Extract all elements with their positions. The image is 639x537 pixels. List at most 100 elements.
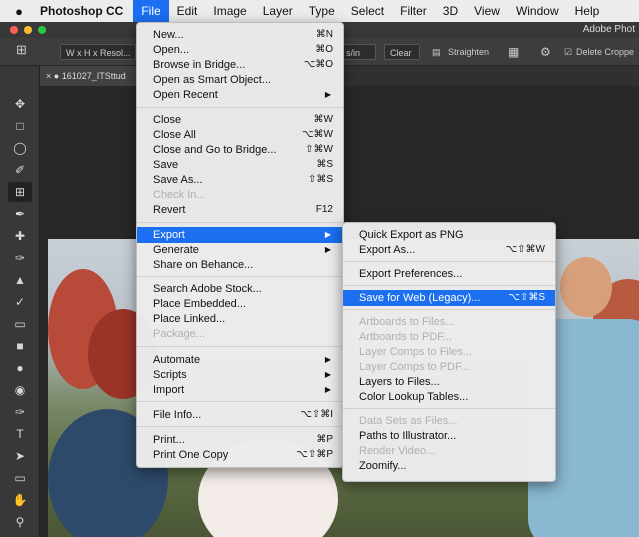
zoom-tool-icon[interactable]: ⚲ <box>8 512 32 532</box>
overlay-grid-icon[interactable]: ▦ <box>508 44 519 60</box>
zoom-window-button[interactable] <box>38 26 46 34</box>
tools-panel: ✥ □ ◯ ✐ ⊞ ✒ ✚ ✑ ▲ ✓ ▭ ■ ● ◉ ✑ T ➤ ▭ ✋ ⚲ <box>0 66 40 537</box>
menu-separator <box>137 222 343 223</box>
menu-item-layers-to-files[interactable]: Layers to Files... <box>343 374 555 390</box>
menu-item-save[interactable]: Save ⌘S <box>137 157 343 173</box>
menu-item-render-video: Render Video... <box>359 445 436 457</box>
submenu-arrow-icon: ▶ <box>324 385 331 394</box>
menu-item-close-and-go-to-bridge[interactable]: Close and Go to Bridge... ⇧⌘W <box>137 142 343 158</box>
macos-menu-bar: ● Photoshop CC File Edit Image Layer Typ… <box>0 0 639 22</box>
menu-item-open-as-smart-object[interactable]: Open as Smart Object... <box>137 72 343 88</box>
menu-item-print[interactable]: Print... ⌘P <box>137 432 343 448</box>
menu-separator <box>137 107 343 108</box>
clear-button[interactable]: Clear <box>384 44 420 60</box>
path-selection-tool-icon[interactable]: ➤ <box>8 446 32 466</box>
history-brush-tool-icon[interactable]: ✓ <box>8 292 32 312</box>
settings-gear-icon[interactable]: ⚙ <box>540 44 551 60</box>
menu-item-layer-comps-to-files: Layer Comps to Files... <box>359 346 473 358</box>
menu-item-close-all[interactable]: Close All ⌥⌘W <box>137 127 343 143</box>
menu-item-file-info[interactable]: File Info... ⌥⇧⌘I <box>137 407 343 423</box>
resolution-unit-select[interactable]: s/in <box>340 44 376 60</box>
menu-3d[interactable]: 3D <box>435 0 466 22</box>
eyedropper-tool-icon[interactable]: ✒ <box>8 204 32 224</box>
menu-item-package: Package... <box>153 328 205 340</box>
menu-file[interactable]: File <box>133 0 169 22</box>
menu-item-search-adobe-stock[interactable]: Search Adobe Stock... <box>137 281 343 297</box>
menu-item-check-in: Check In... <box>153 189 206 201</box>
menu-separator <box>137 346 343 347</box>
move-tool-icon[interactable]: ✥ <box>8 94 32 114</box>
blur-tool-icon[interactable]: ● <box>8 358 32 378</box>
menu-help[interactable]: Help <box>567 0 608 22</box>
menu-item-paths-to-illustrator[interactable]: Paths to Illustrator... <box>343 428 555 444</box>
menu-separator <box>343 285 555 286</box>
menu-item-share-on-behance[interactable]: Share on Behance... <box>137 257 343 273</box>
menu-item-export-preferences[interactable]: Export Preferences... <box>343 266 555 282</box>
brush-tool-icon[interactable]: ✑ <box>8 248 32 268</box>
gradient-tool-icon[interactable]: ■ <box>8 336 32 356</box>
menu-item-close[interactable]: Close ⌘W <box>137 112 343 128</box>
menu-item-zoomify[interactable]: Zoomify... <box>343 458 555 474</box>
submenu-arrow-icon: ▶ <box>324 90 331 99</box>
menu-window[interactable]: Window <box>508 0 567 22</box>
crop-ratio-select[interactable]: W x H x Resol... <box>60 44 136 60</box>
menu-separator <box>137 276 343 277</box>
file-menu: New... ⌘N Open... ⌘O Browse in Bridge... ⌥⌘… <box>136 22 344 468</box>
submenu-arrow-icon: ▶ <box>324 230 331 239</box>
menu-item-color-lookup-tables[interactable]: Color Lookup Tables... <box>343 389 555 405</box>
menu-item-new[interactable]: New... ⌘N <box>137 27 343 43</box>
document-tab[interactable]: × ● 161027_ITSttud <box>40 66 140 86</box>
apple-icon[interactable]: ● <box>8 4 30 19</box>
delete-cropped-checkbox[interactable]: ☑ <box>564 44 572 60</box>
menu-item-export-as[interactable]: Export As... ⌥⇧⌘W <box>343 242 555 258</box>
menu-separator <box>137 426 343 427</box>
menu-edit[interactable]: Edit <box>169 0 206 22</box>
submenu-arrow-icon: ▶ <box>324 370 331 379</box>
close-tab-icon[interactable]: × ● <box>46 71 62 81</box>
menu-select[interactable]: Select <box>343 0 392 22</box>
pen-tool-icon[interactable]: ✑ <box>8 402 32 422</box>
marquee-tool-icon[interactable]: □ <box>8 116 32 136</box>
menu-item-revert[interactable]: Revert F12 <box>137 202 343 218</box>
photo-face <box>560 257 612 317</box>
menu-item-open[interactable]: Open... ⌘O <box>137 42 343 58</box>
clone-stamp-tool-icon[interactable]: ▲ <box>8 270 32 290</box>
crop-tool-icon[interactable]: ⊞ <box>8 182 32 202</box>
minimize-window-button[interactable] <box>24 26 32 34</box>
menu-item-save-as[interactable]: Save As... ⇧⌘S <box>137 172 343 188</box>
submenu-arrow-icon: ▶ <box>324 355 331 364</box>
healing-brush-tool-icon[interactable]: ✚ <box>8 226 32 246</box>
dodge-tool-icon[interactable]: ◉ <box>8 380 32 400</box>
menu-item-automate[interactable]: Automate ▶ <box>137 352 343 368</box>
lasso-tool-icon[interactable]: ◯ <box>8 138 32 158</box>
menu-item-scripts[interactable]: Scripts ▶ <box>137 367 343 383</box>
menu-type[interactable]: Type <box>301 0 343 22</box>
menu-item-place-embedded[interactable]: Place Embedded... <box>137 296 343 312</box>
menu-separator <box>343 309 555 310</box>
hand-tool-icon[interactable]: ✋ <box>8 490 32 510</box>
menu-item-quick-export-png[interactable]: Quick Export as PNG <box>343 227 555 243</box>
menu-image[interactable]: Image <box>205 0 254 22</box>
menu-view[interactable]: View <box>466 0 508 22</box>
straighten-label[interactable]: Straighten <box>448 44 489 60</box>
menu-item-import[interactable]: Import ▶ <box>137 382 343 398</box>
eraser-tool-icon[interactable]: ▭ <box>8 314 32 334</box>
menu-item-generate[interactable]: Generate ▶ <box>137 242 343 258</box>
menu-item-save-for-web[interactable]: Save for Web (Legacy)... ⌥⇧⌘S <box>343 290 555 306</box>
menu-item-export[interactable]: Export ▶ <box>137 227 343 243</box>
menu-layer[interactable]: Layer <box>255 0 301 22</box>
menu-item-place-linked[interactable]: Place Linked... <box>137 311 343 327</box>
submenu-arrow-icon: ▶ <box>324 245 331 254</box>
close-window-button[interactable] <box>10 26 18 34</box>
rectangle-tool-icon[interactable]: ▭ <box>8 468 32 488</box>
type-tool-icon[interactable]: T <box>8 424 32 444</box>
menu-item-print-one-copy[interactable]: Print One Copy ⌥⇧⌘P <box>137 447 343 463</box>
menu-filter[interactable]: Filter <box>392 0 435 22</box>
menu-item-browse-in-bridge[interactable]: Browse in Bridge... ⌥⌘O <box>137 57 343 73</box>
menu-app-name[interactable]: Photoshop CC <box>30 0 133 22</box>
export-submenu: Quick Export as PNG Export As... ⌥⇧⌘W Exp… <box>342 222 556 482</box>
menu-item-open-recent[interactable]: Open Recent ▶ <box>137 87 343 103</box>
crop-tool-icon[interactable]: ⊞ <box>16 42 27 58</box>
quick-select-tool-icon[interactable]: ✐ <box>8 160 32 180</box>
straighten-icon[interactable]: ▤ <box>432 44 441 60</box>
